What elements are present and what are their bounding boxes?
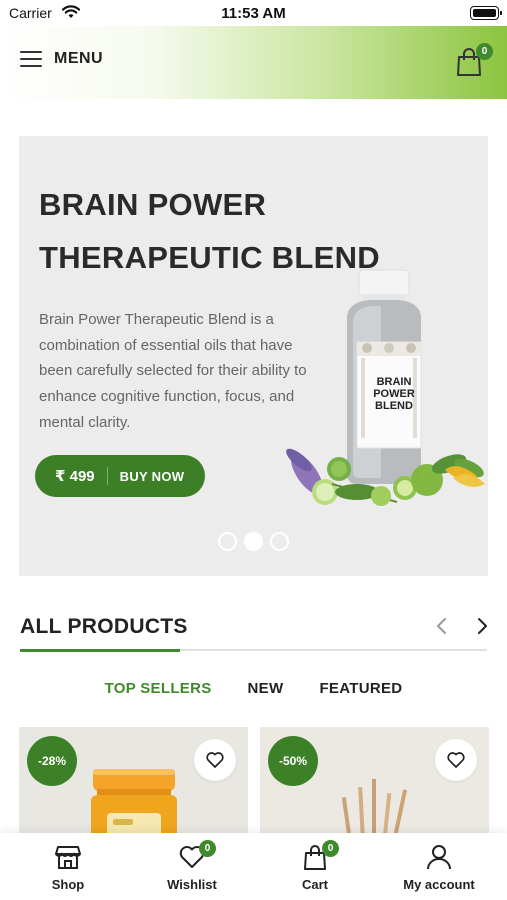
cta-divider: [106, 467, 108, 485]
add-to-wishlist-button[interactable]: [435, 739, 477, 781]
bag-icon: 0: [301, 840, 339, 871]
tabbar-item-shop[interactable]: Shop: [5, 833, 131, 900]
menu-label: MENU: [54, 50, 104, 67]
tabbar-label-shop: Shop: [51, 877, 85, 892]
heart-icon: [447, 752, 465, 768]
section-title-underline: [20, 649, 180, 652]
app-header: MENU 0: [0, 26, 507, 99]
tabbar-label-wishlist: Wishlist: [167, 877, 217, 892]
buy-now-label: BUY NOW: [119, 468, 185, 484]
carousel-prev-button[interactable]: [432, 616, 452, 636]
chevron-left-icon: [437, 618, 446, 634]
user-icon: [425, 843, 453, 871]
battery-icon: [470, 6, 502, 20]
tabbar-item-account[interactable]: My account: [376, 833, 502, 900]
discount-badge: -50%: [268, 736, 318, 786]
tabbar-label-cart: Cart: [301, 877, 328, 892]
discount-badge: -28%: [27, 736, 77, 786]
cart-count-badge: 0: [476, 43, 493, 60]
tab-featured[interactable]: FEATURED: [319, 680, 402, 697]
product-tabs: TOP SELLERS NEW FEATURED: [0, 680, 507, 697]
status-bar: Carrier 11:53 AM: [0, 0, 507, 26]
carousel-dot-3[interactable]: [270, 532, 289, 551]
tabbar-item-cart[interactable]: 0 Cart: [252, 833, 378, 900]
wishlist-count-badge: 0: [199, 840, 216, 857]
shop-icon: [54, 843, 82, 871]
add-to-wishlist-button[interactable]: [194, 739, 236, 781]
heart-icon: 0: [178, 840, 216, 871]
menu-button[interactable]: MENU: [20, 50, 103, 68]
carousel-next-button[interactable]: [472, 616, 492, 636]
bottle-label-text: BRAIN POWER BLEND: [373, 376, 415, 412]
section-title: ALL PRODUCTS: [20, 615, 188, 638]
carousel-dot-1[interactable]: [218, 532, 237, 551]
carousel-dots: [19, 532, 488, 551]
hero-price: ₹ 499: [55, 468, 95, 485]
tab-new[interactable]: NEW: [248, 680, 284, 697]
heart-icon: [206, 752, 224, 768]
clock: 11:53 AM: [221, 5, 286, 22]
bottom-tab-bar: Shop 0 Wishlist 0 Cart My account: [0, 833, 507, 900]
hero-banner[interactable]: BRAIN POWER THERAPEUTIC BLEND Brain Powe…: [19, 136, 488, 576]
carousel-dot-2[interactable]: [244, 532, 263, 551]
buy-now-button[interactable]: ₹ 499 BUY NOW: [35, 455, 205, 497]
tab-top-sellers[interactable]: TOP SELLERS: [105, 680, 212, 697]
hero-description: Brain Power Therapeutic Blend is a combi…: [39, 311, 307, 431]
tabbar-item-wishlist[interactable]: 0 Wishlist: [129, 833, 255, 900]
hamburger-icon: [20, 51, 42, 67]
cart-count-badge: 0: [322, 840, 339, 857]
chevron-right-icon: [478, 618, 487, 634]
tabbar-label-account: My account: [403, 877, 475, 892]
header-cart-button[interactable]: 0: [456, 43, 493, 77]
